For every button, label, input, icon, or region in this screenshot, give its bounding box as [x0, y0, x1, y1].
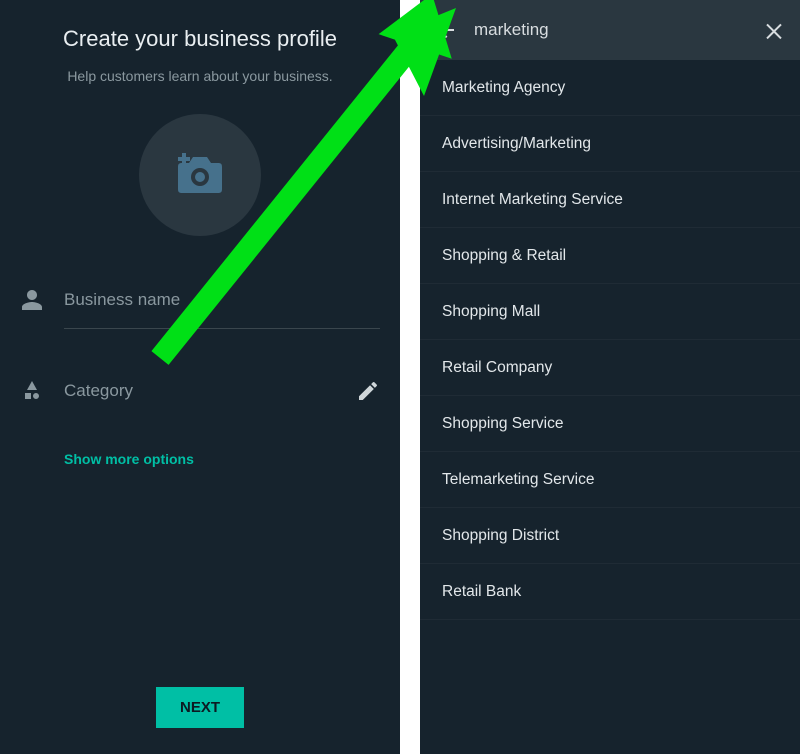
close-icon	[762, 18, 786, 42]
page-title: Create your business profile	[0, 26, 400, 52]
search-bar	[420, 0, 800, 60]
list-item[interactable]: Shopping Service	[420, 396, 800, 452]
pencil-icon	[356, 379, 380, 403]
list-item[interactable]: Telemarketing Service	[420, 452, 800, 508]
arrow-left-icon	[434, 18, 458, 42]
camera-add-icon	[174, 153, 226, 197]
back-button[interactable]	[434, 18, 458, 42]
business-name-field[interactable]: Business name	[20, 272, 380, 328]
category-placeholder: Category	[64, 381, 356, 401]
page-subtitle: Help customers learn about your business…	[0, 68, 400, 84]
category-search-screen: Marketing Agency Advertising/Marketing I…	[420, 0, 800, 754]
business-name-placeholder: Business name	[64, 290, 380, 310]
edit-category-button[interactable]	[356, 379, 380, 403]
list-item[interactable]: Shopping & Retail	[420, 228, 800, 284]
show-more-options-link[interactable]: Show more options	[64, 451, 400, 467]
category-icon	[20, 379, 44, 403]
results-list: Marketing Agency Advertising/Marketing I…	[420, 60, 800, 620]
category-field[interactable]: Category	[20, 363, 380, 419]
divider	[64, 328, 380, 329]
list-item[interactable]: Retail Bank	[420, 564, 800, 620]
list-item[interactable]: Advertising/Marketing	[420, 116, 800, 172]
list-item[interactable]: Shopping District	[420, 508, 800, 564]
search-input[interactable]	[474, 20, 746, 40]
person-icon	[20, 288, 44, 312]
next-button[interactable]: NEXT	[156, 687, 244, 728]
clear-button[interactable]	[762, 18, 786, 42]
list-item[interactable]: Retail Company	[420, 340, 800, 396]
list-item[interactable]: Internet Marketing Service	[420, 172, 800, 228]
list-item[interactable]: Marketing Agency	[420, 60, 800, 116]
create-profile-screen: Create your business profile Help custom…	[0, 0, 400, 754]
add-photo-button[interactable]	[139, 114, 261, 236]
list-item[interactable]: Shopping Mall	[420, 284, 800, 340]
